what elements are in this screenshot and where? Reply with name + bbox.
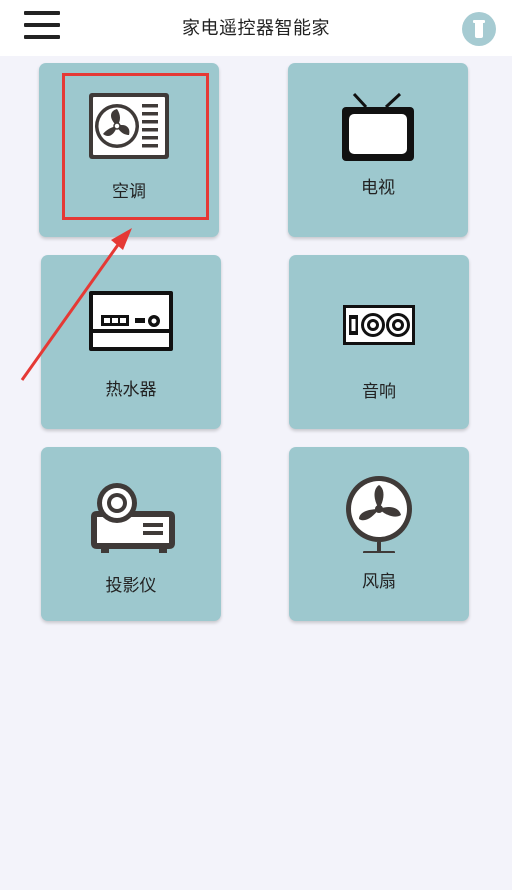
device-label-water-heater: 热水器 <box>105 380 157 400</box>
profile-icon[interactable] <box>462 12 496 46</box>
air-conditioner-icon <box>89 93 169 159</box>
device-label-fan: 风扇 <box>362 572 396 592</box>
device-label-projector: 投影仪 <box>105 576 157 596</box>
fan-icon <box>346 476 412 553</box>
device-card-ac[interactable]: 空调 <box>39 63 219 237</box>
device-label-ac: 空调 <box>112 182 146 202</box>
device-card-fan[interactable]: 风扇 <box>289 447 469 621</box>
water-heater-icon <box>89 291 173 351</box>
speaker-icon <box>343 305 415 345</box>
device-card-tv[interactable]: 电视 <box>288 63 468 237</box>
tv-icon <box>342 92 414 161</box>
device-card-projector[interactable]: 投影仪 <box>41 447 221 621</box>
page-title: 家电遥控器智能家 <box>182 18 330 39</box>
device-card-audio[interactable]: 音响 <box>289 255 469 429</box>
device-label-audio: 音响 <box>362 382 396 402</box>
device-card-water-heater[interactable]: 热水器 <box>41 255 221 429</box>
device-label-tv: 电视 <box>361 178 395 198</box>
projector-icon <box>91 483 175 553</box>
top-bar: 家电遥控器智能家 <box>0 0 512 56</box>
